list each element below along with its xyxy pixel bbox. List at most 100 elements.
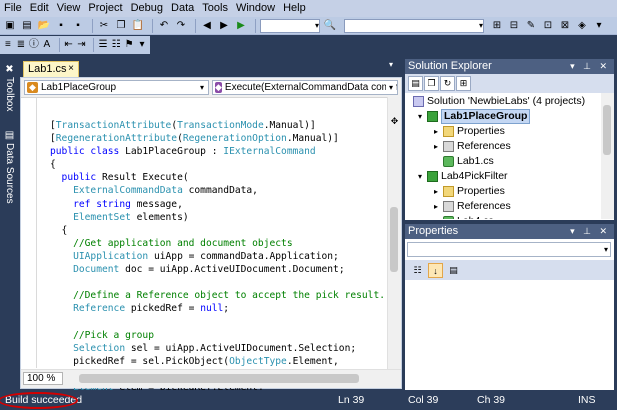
refresh-icon[interactable]: ↻ [440, 76, 455, 91]
save-all-icon[interactable]: ▪ [71, 19, 85, 33]
start-page-icon[interactable]: ◈ [575, 19, 589, 33]
comment-out-icon[interactable]: ☰ [98, 38, 108, 52]
tree-item[interactable]: Solution 'NewbieLabs' (4 projects) [413, 95, 585, 108]
code-line: [TransactionAttribute(TransactionMode.Ma… [50, 119, 385, 132]
add-item-icon[interactable]: ▤ [20, 19, 34, 33]
tree-item[interactable]: ▸ References [434, 140, 511, 153]
find-icon[interactable]: 🔍 [323, 19, 337, 33]
scrollbar-thumb[interactable] [79, 374, 359, 383]
code-line: public class Lab1PlaceGroup : IExternalC… [50, 145, 385, 158]
toolbox-tab[interactable]: ✖ Toolbox [2, 64, 17, 111]
tree-item[interactable]: ▸ Properties [434, 125, 505, 138]
code-token: ElementSet [73, 211, 131, 223]
property-pages-icon[interactable]: ▤ [446, 263, 461, 278]
new-project-icon[interactable]: ▣ [3, 19, 17, 33]
object-browser-icon[interactable]: ⊡ [541, 19, 555, 33]
toolbar-options-icon[interactable]: ▾ [592, 19, 606, 33]
code-text[interactable]: [TransactionAttribute(TransactionMode.Ma… [50, 119, 385, 407]
data-sources-tab[interactable]: ▤ Data Sources [2, 130, 17, 204]
find-combo[interactable]: ▾ [344, 18, 484, 33]
quick-info-icon[interactable]: ⓘ [29, 38, 39, 52]
tab-lab1-cs[interactable]: Lab1.cs × [23, 61, 79, 77]
collapse-icon[interactable]: ▾ [418, 110, 422, 123]
tree-item[interactable]: ▾ Lab4PickFilter [418, 170, 508, 183]
tree-item[interactable]: ▸ Properties [434, 185, 505, 198]
code-token: uiApp = commandData.Application; [148, 250, 339, 262]
copy-icon[interactable]: ❐ [114, 19, 128, 33]
expand-icon[interactable]: ▸ [434, 185, 438, 198]
tree-item[interactable]: ▸ References [434, 200, 511, 213]
types-dropdown[interactable]: ◆ Lab1PlaceGroup ▾ [24, 80, 209, 95]
members-dropdown[interactable]: ◆ Execute(ExternalCommandData comma ▾ [212, 80, 398, 95]
uncomment-icon[interactable]: ☷ [111, 38, 121, 52]
complete-word-icon[interactable]: A [42, 38, 52, 52]
panel-controls[interactable]: ▾ ⊥ ✕ [570, 224, 610, 239]
panel-title-bar: Solution Explorer ▾ ⊥ ✕ [405, 59, 614, 74]
alphabetical-icon[interactable]: ↓ [428, 262, 443, 278]
menu-item-data[interactable]: Data [167, 0, 198, 17]
menu-item-project[interactable]: Project [84, 0, 126, 17]
list-members-icon[interactable]: ≡ [3, 38, 13, 52]
menu-item-edit[interactable]: Edit [26, 0, 53, 17]
solution-configurations-combo[interactable]: ▾ [260, 18, 320, 33]
toolbar-options-icon[interactable]: ▾ [137, 38, 147, 52]
code-token: ExternalCommandData [73, 185, 183, 197]
paste-icon[interactable]: 📋 [131, 19, 145, 33]
tree-item[interactable]: Lab1.cs [443, 155, 494, 168]
scrollbar-thumb[interactable] [603, 105, 611, 155]
zoom-combo[interactable]: 100 % [23, 372, 63, 385]
menu-item-help[interactable]: Help [279, 0, 310, 17]
tree-item-label: Lab4PickFilter [441, 170, 508, 182]
navigate-forward-icon[interactable]: ▶ [217, 19, 231, 33]
show-all-files-icon[interactable]: ❐ [424, 76, 439, 91]
properties-panel: Properties ▾ ⊥ ✕ ▾ ☷ ↓ ▤ [405, 224, 614, 390]
parameter-info-icon[interactable]: ≣ [16, 38, 26, 52]
expand-icon[interactable]: ▸ [434, 200, 438, 213]
cut-icon[interactable]: ✂ [97, 19, 111, 33]
code-token: null [200, 303, 224, 315]
panel-controls[interactable]: ▾ ⊥ ✕ [570, 59, 610, 74]
properties-window-icon[interactable]: ✎ [524, 19, 538, 33]
categorized-icon[interactable]: ☷ [410, 263, 425, 278]
proj-icon [427, 111, 438, 122]
vertical-scrollbar[interactable] [601, 93, 614, 219]
start-debugging-icon[interactable]: ▶ [234, 19, 248, 33]
solution-explorer-icon[interactable]: ⊟ [507, 19, 521, 33]
expand-icon[interactable]: ▸ [434, 140, 438, 153]
save-icon[interactable]: ▪ [54, 19, 68, 33]
splitter-icon[interactable]: ✥ [389, 116, 400, 126]
open-file-icon[interactable]: 📂 [37, 19, 51, 33]
menu-item-tools[interactable]: Tools [198, 0, 232, 17]
decrease-indent-icon[interactable]: ⇤ [64, 38, 74, 52]
increase-indent-icon[interactable]: ⇥ [77, 38, 87, 52]
menu-item-file[interactable]: File [0, 0, 26, 17]
view-class-diagram-icon[interactable]: ⊞ [456, 76, 471, 91]
properties-icon[interactable]: ▤ [408, 76, 423, 91]
status-column: Col 39 [408, 394, 439, 406]
collapse-icon[interactable]: ▾ [418, 170, 422, 183]
scrollbar-thumb[interactable] [390, 207, 398, 272]
find-in-files-icon[interactable]: ⊞ [490, 19, 504, 33]
toolbox-icon[interactable]: ⊠ [558, 19, 572, 33]
code-token: RegenerationAttribute [55, 133, 178, 145]
bookmark-icon[interactable]: ⚑ [124, 38, 134, 52]
menu-item-debug[interactable]: Debug [127, 0, 167, 17]
active-files-dropdown-icon[interactable]: ▾ [389, 60, 399, 70]
vertical-scrollbar[interactable]: ✥ [387, 97, 401, 370]
code-token: RegenerationOption [182, 133, 287, 145]
redo-icon[interactable]: ↷ [174, 19, 188, 33]
expand-icon[interactable]: ▸ [434, 125, 438, 138]
close-tab-icon[interactable]: × [68, 62, 74, 76]
menu-item-view[interactable]: View [53, 0, 85, 17]
navigate-back-icon[interactable]: ◀ [200, 19, 214, 33]
tree-item[interactable]: Lab4.cs [443, 215, 494, 219]
object-selector-dropdown[interactable]: ▾ [407, 242, 611, 257]
tree-item[interactable]: ▾ Lab1PlaceGroup [418, 109, 531, 124]
code-editor[interactable]: ◆ Lab1PlaceGroup ▾ ◆ Execute(ExternalCom… [20, 77, 402, 406]
undo-icon[interactable]: ↶ [157, 19, 171, 33]
menu-item-window[interactable]: Window [232, 0, 279, 17]
horizontal-scrollbar[interactable]: 100 % [21, 369, 401, 388]
